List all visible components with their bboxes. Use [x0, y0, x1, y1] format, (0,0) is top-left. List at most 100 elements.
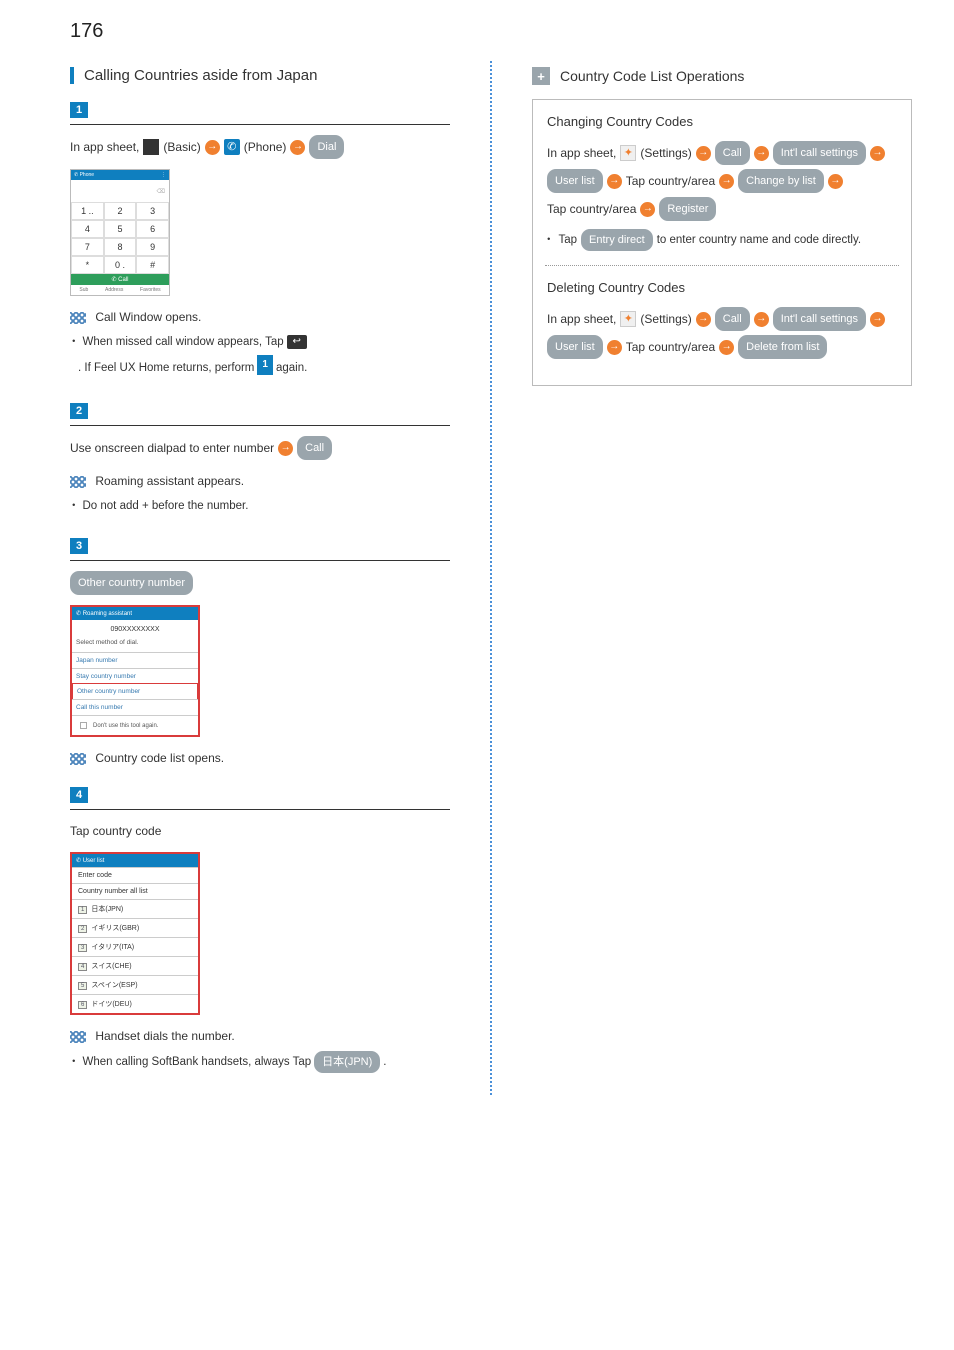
step-badge-3: 3 [70, 538, 88, 554]
step3-flow: Other country number [70, 571, 450, 595]
step4-flow: Tap country code [70, 820, 450, 842]
result-icon [70, 312, 86, 324]
step-badge-1: 1 [70, 102, 88, 118]
settings-icon: ✦ [620, 311, 636, 327]
ra-item: Japan number [72, 652, 198, 668]
chip-intl: Int'l call settings [773, 141, 866, 165]
op1-note: Tap Entry direct to enter country name a… [547, 229, 897, 251]
step2-flow: Use onscreen dialpad to enter number → C… [70, 436, 450, 460]
dialpad-screenshot: ✆ Phone ⋮ ⌫ 1 .. 2 3 4 5 6 7 8 9 * 0 . # [70, 169, 170, 296]
roaming-assistant-screenshot: ✆ Roaming assistant 090XXXXXXXX Select m… [70, 605, 200, 737]
key: 9 [136, 238, 169, 256]
op1-flow: In app sheet, ✦ (Settings) → Call → Int'… [547, 141, 897, 221]
arrow-icon: → [290, 140, 305, 155]
back-key-icon: ↩ [287, 335, 307, 349]
ul-row: 2イギリス(GBR) [72, 918, 198, 937]
text: In app sheet, [70, 136, 139, 158]
shot-footer: Sub Address Favorites [71, 285, 169, 295]
ra-checkbox-row: Don't use this tool again. [72, 715, 198, 735]
step3-result: Country code list opens. [70, 751, 450, 765]
chip-intl: Int'l call settings [773, 307, 866, 331]
step1-result: Call Window opens. [70, 310, 450, 324]
key: 3 [136, 202, 169, 220]
ra-item: Stay country number [72, 668, 198, 684]
inline-step-badge: 1 [257, 355, 273, 375]
key: * [71, 256, 104, 274]
ul-row: 1日本(JPN) [72, 899, 198, 918]
step-3: 3 Other country number ✆ Roaming assista… [70, 538, 450, 765]
operations-box: Changing Country Codes In app sheet, ✦ (… [532, 99, 912, 386]
app-sheet-icon [143, 139, 159, 155]
key: 5 [104, 220, 137, 238]
call-bar: ✆ Call [71, 274, 169, 285]
ul-item: Enter code [72, 867, 198, 883]
arrow-icon: → [640, 202, 655, 217]
ra-header: ✆ Roaming assistant [72, 607, 198, 620]
key: 2 [104, 202, 137, 220]
page-number: 176 [70, 20, 914, 43]
step-4: 4 Tap country code ✆ User list Enter cod… [70, 787, 450, 1073]
arrow-icon: → [828, 174, 843, 189]
op1-title: Changing Country Codes [547, 114, 897, 129]
key: 8 [104, 238, 137, 256]
step1-flow: In app sheet, (Basic) → ✆ (Phone) → Dial [70, 135, 450, 159]
chip-register: Register [659, 197, 716, 221]
operations-header: + Country Code List Operations [532, 67, 912, 85]
arrow-icon: → [696, 146, 711, 161]
step-2: 2 Use onscreen dialpad to enter number →… [70, 403, 450, 516]
ul-row: 5スペイン(ESP) [72, 975, 198, 994]
step-rule [70, 560, 450, 561]
jpn-chip: 日本(JPN) [314, 1051, 380, 1073]
arrow-icon: → [870, 146, 885, 161]
chip-call: Call [715, 141, 750, 165]
step-badge-2: 2 [70, 403, 88, 419]
arrow-icon: → [607, 340, 622, 355]
shot-menu-icon: ⋮ [161, 172, 166, 178]
result-icon [70, 1031, 86, 1043]
ul-row: 4スイス(CHE) [72, 956, 198, 975]
ra-item-selected: Other country number [72, 683, 198, 700]
step2-note: Do not add + before the number. [70, 496, 450, 516]
text: (Basic) [163, 136, 200, 158]
op-separator [545, 265, 899, 266]
chip-userlist: User list [547, 335, 603, 359]
arrow-icon: → [719, 174, 734, 189]
shot-input: ⌫ [71, 180, 169, 202]
ul-item: Country number all list [72, 883, 198, 899]
arrow-icon: → [754, 312, 769, 327]
step-rule [70, 809, 450, 810]
step-badge-4: 4 [70, 787, 88, 803]
text: (Phone) [244, 136, 287, 158]
right-column: + Country Code List Operations Changing … [532, 61, 912, 1095]
result-icon [70, 476, 86, 488]
other-country-chip: Other country number [70, 571, 193, 595]
dial-chip: Dial [309, 135, 344, 159]
step-rule [70, 425, 450, 426]
ra-item: Call this number [72, 699, 198, 715]
ra-label: Select method of dial. [72, 635, 198, 652]
step4-result: Handset dials the number. [70, 1029, 450, 1043]
user-list-screenshot: ✆ User list Enter code Country number al… [70, 852, 200, 1015]
chip-deletefromlist: Delete from list [738, 335, 827, 359]
key: 4 [71, 220, 104, 238]
shot-title: ✆ Phone [74, 172, 94, 178]
key: 6 [136, 220, 169, 238]
key: # [136, 256, 169, 274]
step1-note: When missed call window appears, Tap ↩ .… [70, 332, 450, 381]
key: 0 . [104, 256, 137, 274]
chip-userlist: User list [547, 169, 603, 193]
arrow-icon: → [607, 174, 622, 189]
arrow-icon: → [719, 340, 734, 355]
op2-title: Deleting Country Codes [547, 280, 897, 295]
column-divider [490, 61, 492, 1095]
ul-row: 6ドイツ(DEU) [72, 994, 198, 1013]
step4-note: When calling SoftBank handsets, always T… [70, 1051, 450, 1073]
arrow-icon: → [870, 312, 885, 327]
step-1: 1 In app sheet, (Basic) → ✆ (Phone) → Di… [70, 102, 450, 381]
arrow-icon: → [278, 441, 293, 456]
ra-number: 090XXXXXXXX [72, 620, 198, 635]
chip-call: Call [715, 307, 750, 331]
section-title: Calling Countries aside from Japan [70, 67, 450, 84]
arrow-icon: → [205, 140, 220, 155]
key: 1 .. [71, 202, 104, 220]
